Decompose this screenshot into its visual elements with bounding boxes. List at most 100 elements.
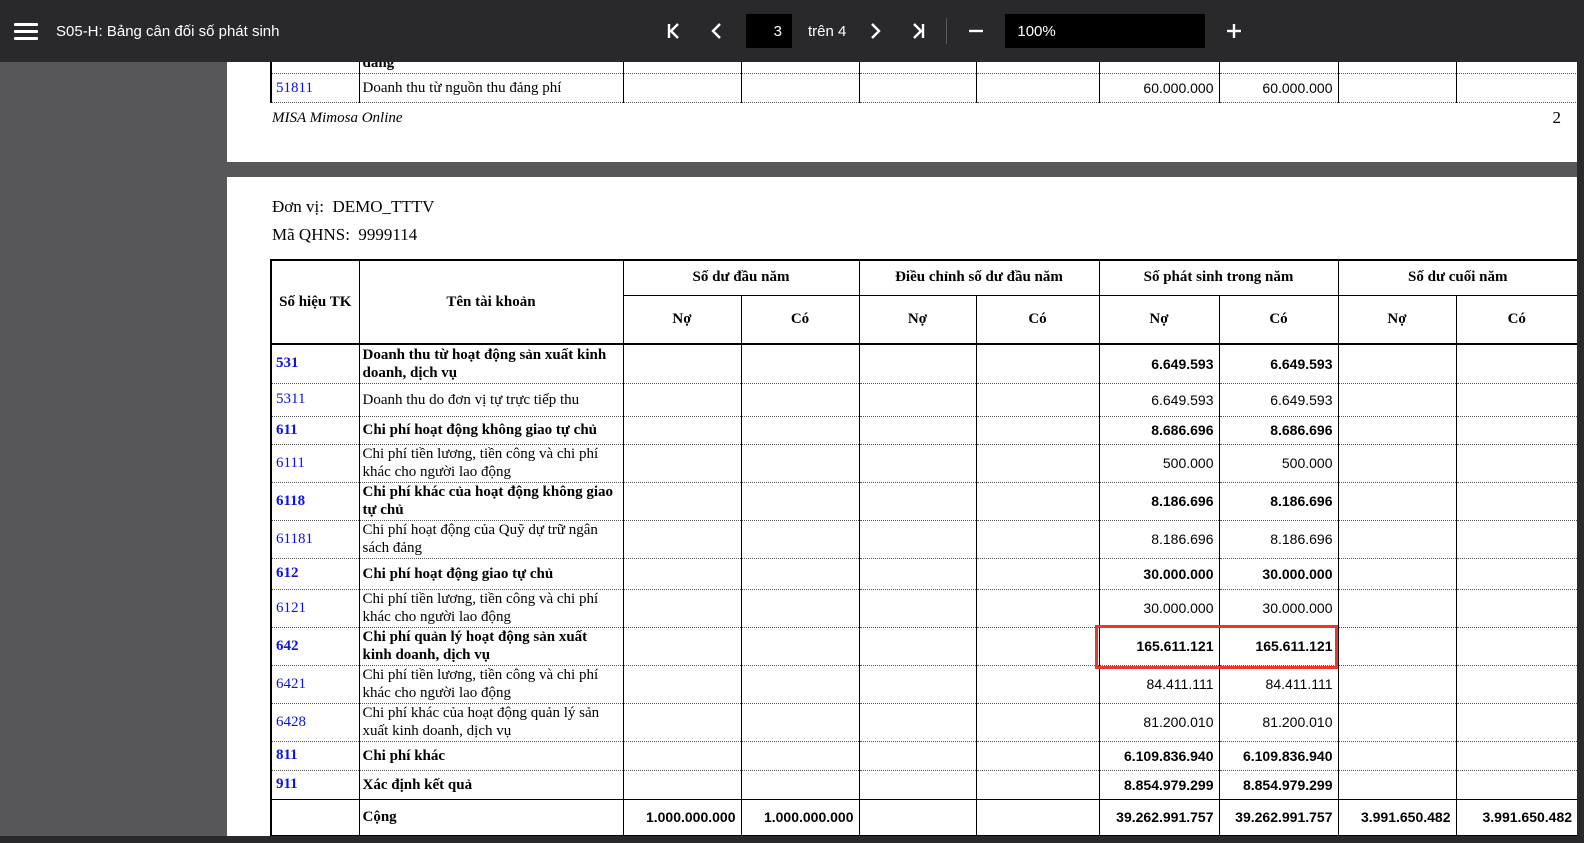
header-name: Tên tài khoản	[359, 260, 623, 344]
first-page-button[interactable]	[662, 18, 688, 44]
closing-credit-total: 3.991.650.482	[1456, 799, 1578, 836]
zoom-out-button[interactable]	[963, 18, 989, 44]
empty-cell	[976, 589, 1099, 627]
period-credit: 6.649.593	[1219, 344, 1338, 383]
account-name: Doanh thu do đơn vị tự trực tiếp thu	[359, 383, 623, 416]
empty-cell	[1456, 741, 1578, 770]
empty-cell	[271, 799, 359, 836]
empty-cell	[1219, 62, 1338, 74]
empty-cell	[1456, 482, 1578, 520]
empty-cell	[623, 741, 741, 770]
header-debit: Nợ	[1338, 295, 1456, 344]
last-page-button[interactable]	[904, 18, 930, 44]
account-link[interactable]: 51811	[271, 74, 359, 103]
total-label: Cộng	[359, 799, 623, 836]
empty-cell	[976, 558, 1099, 589]
account-link[interactable]: 612	[271, 558, 359, 589]
account-name: Chi phí hoạt động của Quỹ dự trữ ngân sá…	[359, 520, 623, 558]
empty-cell	[1456, 665, 1578, 703]
empty-cell	[1338, 383, 1456, 416]
empty-cell	[741, 482, 859, 520]
balance-table: Số hiệu TK Tên tài khoản Số dư đầu năm Đ…	[270, 259, 1579, 837]
empty-cell	[623, 482, 741, 520]
table-row: 911 Xác định kết quả 8.854.979.299 8.854…	[271, 770, 1578, 799]
empty-cell	[859, 558, 976, 589]
period-credit: 8.186.696	[1219, 520, 1338, 558]
empty-cell	[859, 344, 976, 383]
table-row: 531 Doanh thu từ hoạt động sản xuất kinh…	[271, 344, 1578, 383]
zoom-level-input[interactable]	[1005, 14, 1205, 48]
account-name: Chi phí hoạt động giao tự chủ	[359, 558, 623, 589]
account-name: Chi phí hoạt động không giao tự chủ	[359, 416, 623, 444]
period-debit: 6.649.593	[1099, 344, 1219, 383]
empty-cell	[741, 589, 859, 627]
empty-cell	[623, 589, 741, 627]
empty-cell	[976, 770, 1099, 799]
empty-cell	[1456, 558, 1578, 589]
empty-cell	[623, 770, 741, 799]
account-link[interactable]: 6121	[271, 589, 359, 627]
empty-cell	[1456, 74, 1578, 103]
empty-cell	[976, 74, 1099, 103]
period-debit: 30.000.000	[1099, 558, 1219, 589]
balance-table-fragment: đảng 51811 Doanh thu từ nguồn thu đảng p…	[270, 62, 1578, 103]
empty-cell	[976, 665, 1099, 703]
table-row-highlighted: 642 Chi phí quản lý hoạt động sản xuất k…	[271, 627, 1578, 665]
account-link[interactable]: 611	[271, 416, 359, 444]
previous-page-button[interactable]	[704, 18, 730, 44]
account-link[interactable]: 6118	[271, 482, 359, 520]
empty-cell	[741, 416, 859, 444]
window-edge-right	[1577, 62, 1584, 843]
period-debit: 81.200.010	[1099, 703, 1219, 741]
header-credit: Có	[976, 295, 1099, 344]
total-row: Cộng 1.000.000.000 1.000.000.000 39.262.…	[271, 799, 1578, 836]
menu-icon[interactable]	[14, 23, 38, 40]
empty-cell	[1338, 344, 1456, 383]
qhns-value: 9999114	[358, 225, 417, 244]
empty-cell	[859, 520, 976, 558]
account-link[interactable]: 61181	[271, 520, 359, 558]
opening-debit-total: 1.000.000.000	[623, 799, 741, 836]
page-number-input[interactable]	[746, 14, 792, 48]
empty-cell	[859, 482, 976, 520]
period-debit: 6.649.593	[1099, 383, 1219, 416]
account-link[interactable]: 911	[271, 770, 359, 799]
empty-cell	[859, 74, 976, 103]
empty-cell	[859, 799, 976, 836]
plus-icon	[1224, 21, 1244, 41]
period-debit: 84.411.111	[1099, 665, 1219, 703]
empty-cell	[1338, 741, 1456, 770]
account-link[interactable]: 5311	[271, 383, 359, 416]
next-page-button[interactable]	[862, 18, 888, 44]
empty-cell	[976, 62, 1099, 74]
account-name: Chi phí tiền lương, tiền công và chi phí…	[359, 589, 623, 627]
empty-cell	[976, 416, 1099, 444]
period-credit: 8.686.696	[1219, 416, 1338, 444]
account-link[interactable]: 6428	[271, 703, 359, 741]
table-row: 612 Chi phí hoạt động giao tự chủ 30.000…	[271, 558, 1578, 589]
table-row: 6118 Chi phí khác của hoạt động không gi…	[271, 482, 1578, 520]
account-link[interactable]: 811	[271, 741, 359, 770]
qhns-line: Mã QHNS: 9999114	[272, 225, 417, 245]
period-credit: 8.854.979.299	[1219, 770, 1338, 799]
empty-cell	[1456, 589, 1578, 627]
empty-cell	[976, 627, 1099, 665]
header-closing-balance: Số dư cuối năm	[1338, 260, 1578, 295]
pdf-page-3: Đơn vị: DEMO_TTTV Mã QHNS: 9999114 Số hi…	[227, 177, 1577, 843]
closing-debit-total: 3.991.650.482	[1338, 799, 1456, 836]
minus-icon	[966, 21, 986, 41]
account-link[interactable]: 6111	[271, 444, 359, 482]
empty-cell	[1338, 589, 1456, 627]
account-link[interactable]: 642	[271, 627, 359, 665]
header-debit: Nợ	[1099, 295, 1219, 344]
zoom-in-button[interactable]	[1221, 18, 1247, 44]
toolbar-divider	[946, 18, 947, 44]
account-link[interactable]: 6421	[271, 665, 359, 703]
table-row: 611 Chi phí hoạt động không giao tự chủ …	[271, 416, 1578, 444]
empty-cell	[1456, 416, 1578, 444]
account-name: Chi phí khác của hoạt động không giao tự…	[359, 482, 623, 520]
header-period-activity: Số phát sinh trong năm	[1099, 260, 1338, 295]
empty-cell	[741, 383, 859, 416]
account-link[interactable]: 531	[271, 344, 359, 383]
empty-cell	[976, 520, 1099, 558]
